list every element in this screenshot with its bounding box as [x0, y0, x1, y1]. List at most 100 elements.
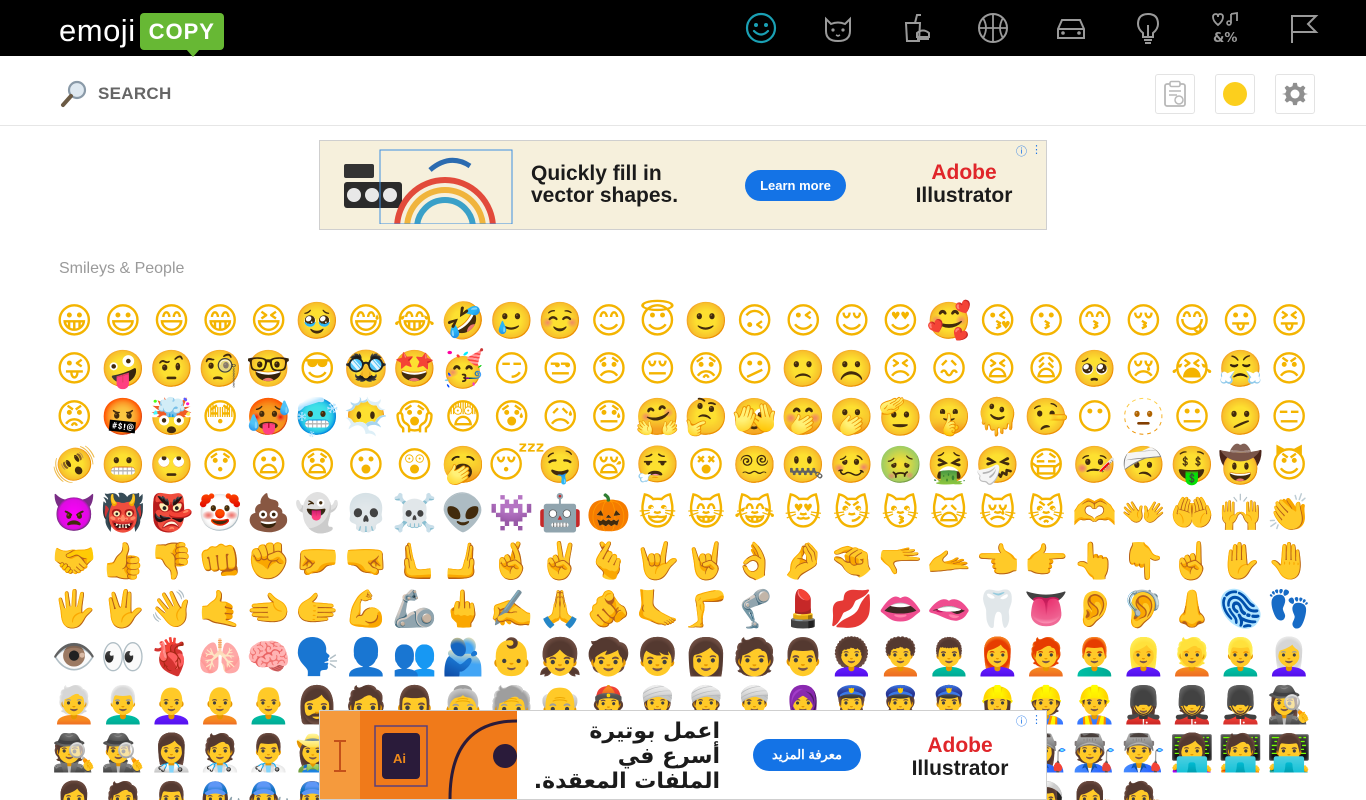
settings-button[interactable] [1275, 74, 1315, 114]
emoji-item[interactable]: 😳 [196, 394, 245, 442]
advertisement-bottom[interactable]: Ai ⓘ ⋮ اعمل بوتيرة أسرع في الملفات المعقد… [319, 710, 1047, 800]
emoji-item[interactable]: 👄 [876, 586, 925, 634]
emoji-item[interactable]: 🫰 [585, 538, 634, 586]
emoji-item[interactable]: 🙃 [730, 298, 779, 346]
emoji-item[interactable]: 🧑‍🦱 [876, 634, 925, 682]
category-food[interactable] [877, 6, 955, 50]
emoji-item[interactable]: 💂‍♀️ [1119, 682, 1168, 730]
emoji-item[interactable]: 😤 [1216, 346, 1265, 394]
search-input[interactable] [98, 84, 598, 104]
emoji-item[interactable]: 💄 [779, 586, 828, 634]
emoji-item[interactable]: 👐 [1119, 490, 1168, 538]
emoji-item[interactable]: 🤏 [828, 538, 877, 586]
emoji-item[interactable]: 🕵️ [50, 730, 99, 778]
emoji-item[interactable]: 😟 [682, 346, 731, 394]
emoji-item[interactable]: 😘 [973, 298, 1022, 346]
emoji-item[interactable]: 👌 [730, 538, 779, 586]
emoji-item[interactable]: 👩‍💻 [1168, 730, 1217, 778]
emoji-item[interactable]: 🤣 [439, 298, 488, 346]
emoji-item[interactable]: 🦵 [682, 586, 731, 634]
emoji-item[interactable]: 😲 [390, 442, 439, 490]
emoji-item[interactable]: 🤮 [925, 442, 974, 490]
emoji-item[interactable]: 💀 [342, 490, 391, 538]
emoji-item[interactable]: 🫢 [828, 394, 877, 442]
emoji-item[interactable]: 🥳 [439, 346, 488, 394]
emoji-item[interactable]: 🫣 [730, 394, 779, 442]
emoji-item[interactable]: 😹 [730, 490, 779, 538]
emoji-item[interactable]: 🖐️ [50, 586, 99, 634]
emoji-item[interactable]: 😩 [1022, 346, 1071, 394]
emoji-item[interactable]: 🥱 [439, 442, 488, 490]
emoji-item[interactable]: 🧑‍🔧 [244, 778, 293, 800]
emoji-item[interactable]: 😅 [342, 298, 391, 346]
emoji-item[interactable]: 🙌 [1216, 490, 1265, 538]
emoji-item[interactable]: 🧑‍💼 [99, 778, 148, 800]
emoji-item[interactable]: 🤓 [244, 346, 293, 394]
emoji-item[interactable]: 👩 [682, 634, 731, 682]
emoji-item[interactable]: 👨‍💻 [1265, 730, 1314, 778]
emoji-item[interactable]: 👀 [99, 634, 148, 682]
emoji-item[interactable]: 👩‍⚕️ [147, 730, 196, 778]
emoji-item[interactable]: 🧑‍🦲 [196, 682, 245, 730]
emoji-item[interactable]: ✋ [1216, 538, 1265, 586]
emoji-item[interactable]: 💂 [1168, 682, 1217, 730]
emoji-item[interactable]: 🫶 [1070, 490, 1119, 538]
emoji-item[interactable]: 😒 [536, 346, 585, 394]
emoji-item[interactable]: 👊 [196, 538, 245, 586]
emoji-item[interactable]: 😍 [876, 298, 925, 346]
emoji-item[interactable]: 😗 [1022, 298, 1071, 346]
emoji-item[interactable]: 😛 [1216, 298, 1265, 346]
emoji-item[interactable]: 🤧 [973, 442, 1022, 490]
emoji-item[interactable]: 🙀 [925, 490, 974, 538]
emoji-item[interactable]: 😵 [682, 442, 731, 490]
emoji-item[interactable]: 👷‍♂️ [1070, 682, 1119, 730]
emoji-item[interactable]: 👱‍♀️ [1119, 634, 1168, 682]
emoji-item[interactable]: 👨‍⚕️ [244, 730, 293, 778]
ad-learn-more-button[interactable]: Learn more [745, 170, 846, 201]
emoji-item[interactable]: 🤠 [1216, 442, 1265, 490]
emoji-item[interactable]: 💂‍♂️ [1216, 682, 1265, 730]
emoji-item[interactable]: 😪 [585, 442, 634, 490]
emoji-item[interactable]: 👨 [779, 634, 828, 682]
emoji-item[interactable]: 👥 [390, 634, 439, 682]
emoji-item[interactable]: 🥲 [487, 298, 536, 346]
emoji-item[interactable]: 🥴 [828, 442, 877, 490]
emoji-item[interactable]: 😀 [50, 298, 99, 346]
emoji-item[interactable]: 👱‍♂️ [1216, 634, 1265, 682]
emoji-item[interactable]: 🥶 [293, 394, 342, 442]
emoji-item[interactable]: 🤯 [147, 394, 196, 442]
ad-choices-badge[interactable]: ⓘ ⋮ [1016, 713, 1042, 729]
emoji-item[interactable]: 🫨 [50, 442, 99, 490]
emoji-item[interactable]: 🫥 [1119, 394, 1168, 442]
emoji-item[interactable]: 😁 [196, 298, 245, 346]
emoji-item[interactable]: 😴 [487, 442, 545, 490]
emoji-item[interactable]: 😿 [973, 490, 1022, 538]
emoji-item[interactable]: 😯 [196, 442, 245, 490]
emoji-item[interactable]: 🤞 [487, 538, 536, 586]
emoji-item[interactable]: 🖕 [439, 586, 488, 634]
emoji-item[interactable]: 👁️ [50, 634, 99, 682]
emoji-item[interactable]: 🤛 [293, 538, 342, 586]
emoji-item[interactable]: 🧐 [196, 346, 245, 394]
emoji-item[interactable]: 😈 [1265, 442, 1314, 490]
emoji-item[interactable]: 😊 [585, 298, 634, 346]
emoji-item[interactable]: 🤭 [779, 394, 828, 442]
emoji-item[interactable]: 👉 [1022, 538, 1071, 586]
emoji-item[interactable]: 🫂 [439, 634, 488, 682]
emoji-item[interactable]: 🧒 [585, 634, 634, 682]
emoji-item[interactable]: 🧑‍⚕️ [196, 730, 245, 778]
emoji-item[interactable]: 👣 [1265, 586, 1314, 634]
emoji-item[interactable]: 🧑‍🦰 [1022, 634, 1071, 682]
emoji-item[interactable]: 🫦 [925, 586, 974, 634]
emoji-item[interactable]: 🧑‍💻 [1216, 730, 1265, 778]
emoji-item[interactable]: 😬 [99, 442, 148, 490]
emoji-item[interactable]: ✌️ [536, 538, 585, 586]
emoji-item[interactable]: 🫤 [1216, 394, 1265, 442]
emoji-item[interactable]: 👅 [1022, 586, 1071, 634]
emoji-item[interactable]: 🧑‍🏭 [1070, 730, 1119, 778]
emoji-item[interactable]: 🧑 [730, 634, 779, 682]
emoji-item[interactable]: 🤩 [390, 346, 439, 394]
emoji-item[interactable]: 😚 [1119, 298, 1168, 346]
ad-choices-badge[interactable]: ⓘ ⋮ [1016, 143, 1042, 159]
emoji-item[interactable]: 😃 [99, 298, 148, 346]
